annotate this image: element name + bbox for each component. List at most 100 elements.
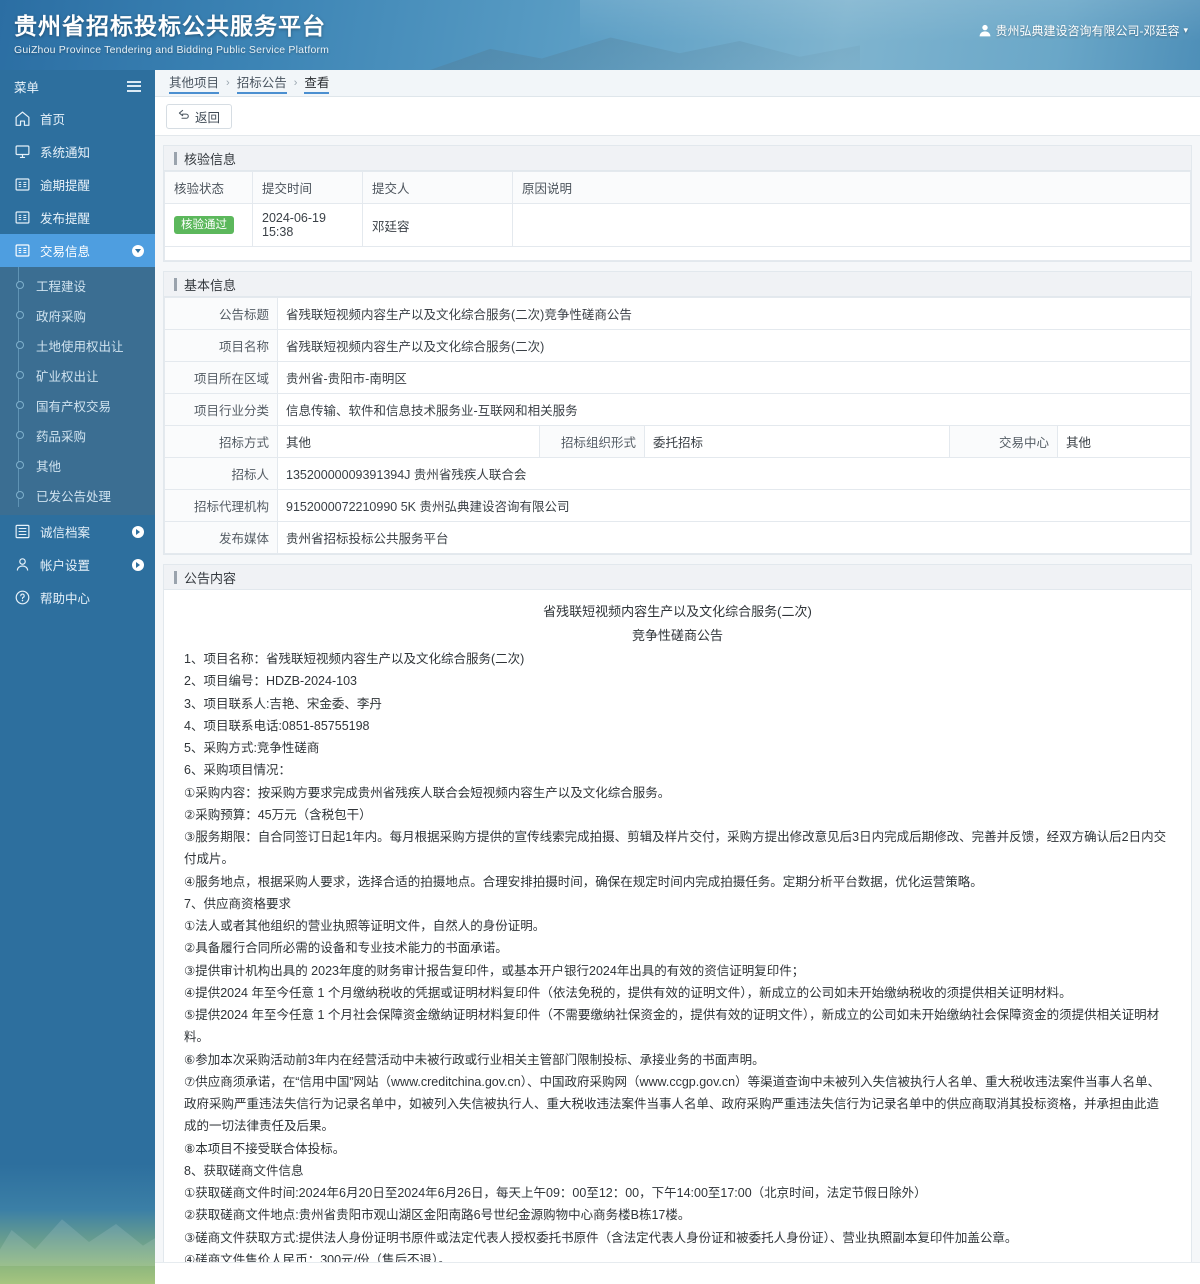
sidebar-item-overdue-reminder[interactable]: 逾期提醒 [0, 168, 155, 201]
back-arrow-icon [178, 109, 190, 123]
notice-line: ③磋商文件获取方式:提供法人身份证明书原件或法定代表人授权委托书原件（含法定代表… [184, 1230, 1018, 1245]
verify-panel-title: 核验信息 [184, 151, 237, 167]
brand-title-en: GuiZhou Province Tendering and Bidding P… [14, 44, 330, 56]
sidebar-item-account-settings[interactable]: 帐户设置 [0, 548, 155, 581]
field-value-notice-title: 省残联短视频内容生产以及文化综合服务(二次)竞争性磋商公告 [277, 297, 1191, 330]
sidebar-subitem-label: 药品采购 [36, 429, 87, 444]
field-label-industry: 项目行业分类 [164, 393, 278, 426]
notice-line: 1、项目名称：省残联短视频内容生产以及文化综合服务(二次) [184, 652, 525, 667]
sidebar-subitem-label: 已发公告处理 [36, 489, 112, 504]
notice-line: 4、项目联系电话:0851-85755198 [184, 718, 370, 733]
notice-line: ⑥参加本次采购活动前3年内在经营活动中未被行政或行业相关主管部门限制投标、承接业… [184, 1052, 765, 1067]
breadcrumb-item-other-project[interactable]: 其他项目 [169, 72, 220, 94]
notice-line: ②采购预算：45万元（含税包干） [184, 807, 372, 822]
sidebar-item-credit-archive[interactable]: 诚信档案 [0, 515, 155, 548]
field-label-trading-center: 交易中心 [949, 425, 1058, 458]
notice-line: ②获取磋商文件地点:贵州省贵阳市观山湖区金阳南路6号世纪金源购物中心商务楼B栋1… [184, 1208, 691, 1223]
status-badge: 核验通过 [174, 215, 234, 235]
sidebar-item-label: 帮助中心 [40, 592, 91, 606]
notice-line: 8、获取磋商文件信息 [184, 1163, 304, 1178]
sidebar-subitem-land-use-right[interactable]: 土地使用权出让 [0, 330, 155, 360]
sidebar-header: 菜单 [0, 70, 155, 102]
notice-line: ④提供2024 年至今任意 1 个月缴纳税收的凭据或证明材料复印件（依法免税的，… [184, 985, 1072, 1000]
table-row: 核验通过 2024-06-19 15:38 邓廷容 [164, 203, 1191, 247]
basic-info-panel-title: 基本信息 [184, 277, 237, 293]
sidebar-item-help-center[interactable]: 帮助中心 [0, 581, 155, 614]
sidebar-subitem-label: 其他 [36, 459, 62, 474]
cell-submit-time: 2024-06-19 15:38 [252, 203, 363, 247]
notice-content-panel-title: 公告内容 [184, 570, 237, 586]
sidebar-subitem-label: 矿业权出让 [36, 369, 99, 384]
sidebar-item-label: 系统通知 [40, 146, 91, 160]
field-label-media: 发布媒体 [164, 521, 278, 554]
breadcrumb-separator: › [226, 77, 230, 89]
sidebar-subitem-published-notice[interactable]: 已发公告处理 [0, 480, 155, 510]
sidebar-item-label: 逾期提醒 [40, 179, 91, 193]
notice-line: 6、采购项目情况： [184, 763, 291, 778]
notice-line: ③服务期限：自合同签订日起1年内。每月根据采购方提供的宣传线索完成拍摄、剪辑及样… [184, 830, 1167, 867]
chevron-right-icon[interactable] [132, 558, 144, 571]
field-value-agency: 9152000072210990 5K 贵州弘典建设咨询有限公司 [277, 489, 1191, 522]
table-row: 招标代理机构 9152000072210990 5K 贵州弘典建设咨询有限公司 [164, 489, 1191, 522]
chevron-down-icon: ▾ [1183, 25, 1188, 35]
field-value-bid-method: 其他 [277, 425, 540, 458]
sidebar-item-home[interactable]: 首页 [0, 102, 155, 135]
sidebar-subitem-label: 政府采购 [36, 309, 87, 324]
breadcrumb-item-view[interactable]: 查看 [304, 72, 330, 94]
field-value-project-region: 贵州省-贵阳市-南明区 [277, 361, 1191, 394]
notice-line: ⑧本项目不接受联合体投标。 [184, 1141, 346, 1156]
chevron-down-icon[interactable] [132, 244, 144, 257]
sidebar-item-publish-reminder[interactable]: 发布提醒 [0, 201, 155, 234]
sidebar-subitem-drug-procurement[interactable]: 药品采购 [0, 420, 155, 450]
back-button[interactable]: 返回 [166, 103, 233, 129]
notice-line: ⑦供应商须承诺，在“信用中国”网站（www.creditchina.gov.cn… [184, 1074, 1161, 1134]
basic-info-table: 公告标题 省残联短视频内容生产以及文化综合服务(二次)竞争性磋商公告 项目名称 … [164, 297, 1191, 554]
back-button-label: 返回 [195, 110, 221, 125]
panel-accent-bar [174, 570, 177, 584]
basic-info-panel: 基本信息 公告标题 省残联短视频内容生产以及文化综合服务(二次)竞争性磋商公告 … [163, 271, 1192, 555]
field-value-trading-center: 其他 [1057, 425, 1191, 458]
breadcrumb-item-bid-notice[interactable]: 招标公告 [236, 72, 287, 94]
chevron-right-icon[interactable] [132, 525, 144, 538]
sidebar-item-system-notice[interactable]: 系统通知 [0, 135, 155, 168]
notice-line: 3、项目联系人:吉艳、宋金委、李丹 [184, 696, 382, 711]
field-label-tenderer: 招标人 [164, 457, 278, 490]
notice-line: ①采购内容：按采购方要求完成贵州省残疾人联合会短视频内容生产以及文化综合服务。 [184, 785, 671, 800]
panel-accent-bar [174, 277, 177, 291]
sidebar-subitem-other[interactable]: 其他 [0, 450, 155, 480]
hamburger-icon[interactable] [127, 80, 141, 92]
notice-line: ③提供审计机构出具的 2023年度的财务审计报告复印件，或基本开户银行2024年… [184, 963, 805, 978]
user-icon [14, 556, 31, 573]
field-value-organization-form: 委托招标 [644, 425, 950, 458]
main-content: 其他项目 › 招标公告 › 查看 返回 核验信息 核验状态 提交时间 提交人 原… [155, 70, 1200, 1284]
field-label-agency: 招标代理机构 [164, 489, 278, 522]
sidebar-item-label: 帐户设置 [40, 559, 91, 573]
sidebar-subitem-state-property[interactable]: 国有产权交易 [0, 390, 155, 420]
sidebar-item-label: 发布提醒 [40, 212, 91, 226]
notice-paragraph-list: 1、项目名称：省残联短视频内容生产以及文化综合服务(二次) 2、项目编号：HDZB… [184, 648, 1171, 1284]
user-name: 贵州弘典建设咨询有限公司-邓廷容 [995, 24, 1180, 38]
notice-line: 5、采购方式:竞争性磋商 [184, 741, 320, 756]
notice-line: ①法人或者其他组织的营业执照等证明文件，自然人的身份证明。 [184, 919, 546, 934]
notice-heading-secondary: 竞争性磋商公告 [631, 628, 723, 644]
list-icon [14, 242, 31, 259]
sidebar-subitem-label: 土地使用权出让 [36, 339, 124, 354]
user-menu[interactable]: 贵州弘典建设咨询有限公司-邓廷容 ▾ [979, 22, 1188, 39]
sidebar-subitem-mining-right[interactable]: 矿业权出让 [0, 360, 155, 390]
sidebar-item-label: 首页 [40, 113, 66, 127]
content-footer-area [155, 1262, 1200, 1284]
sidebar-subitem-government-procurement[interactable]: 政府采购 [0, 300, 155, 330]
field-value-media: 贵州省招标投标公共服务平台 [277, 521, 1191, 554]
table-row-spacer [164, 246, 1191, 261]
brand-title-cn: 贵州省招标投标公共服务平台 [14, 13, 326, 39]
column-header-reason: 原因说明 [512, 171, 1191, 204]
table-row: 公告标题 省残联短视频内容生产以及文化综合服务(二次)竞争性磋商公告 [164, 297, 1191, 330]
app-header: 贵州省招标投标公共服务平台 GuiZhou Province Tendering… [0, 0, 1200, 70]
sidebar-item-transaction-info[interactable]: 交易信息 [0, 234, 155, 267]
list-icon [14, 209, 31, 226]
verify-panel-header: 核验信息 [164, 146, 1191, 171]
field-label-bid-method: 招标方式 [164, 425, 278, 458]
cell-spacer [164, 246, 1191, 261]
sidebar-subitem-engineering[interactable]: 工程建设 [0, 270, 155, 300]
header-mountain-decoration [430, 37, 860, 70]
